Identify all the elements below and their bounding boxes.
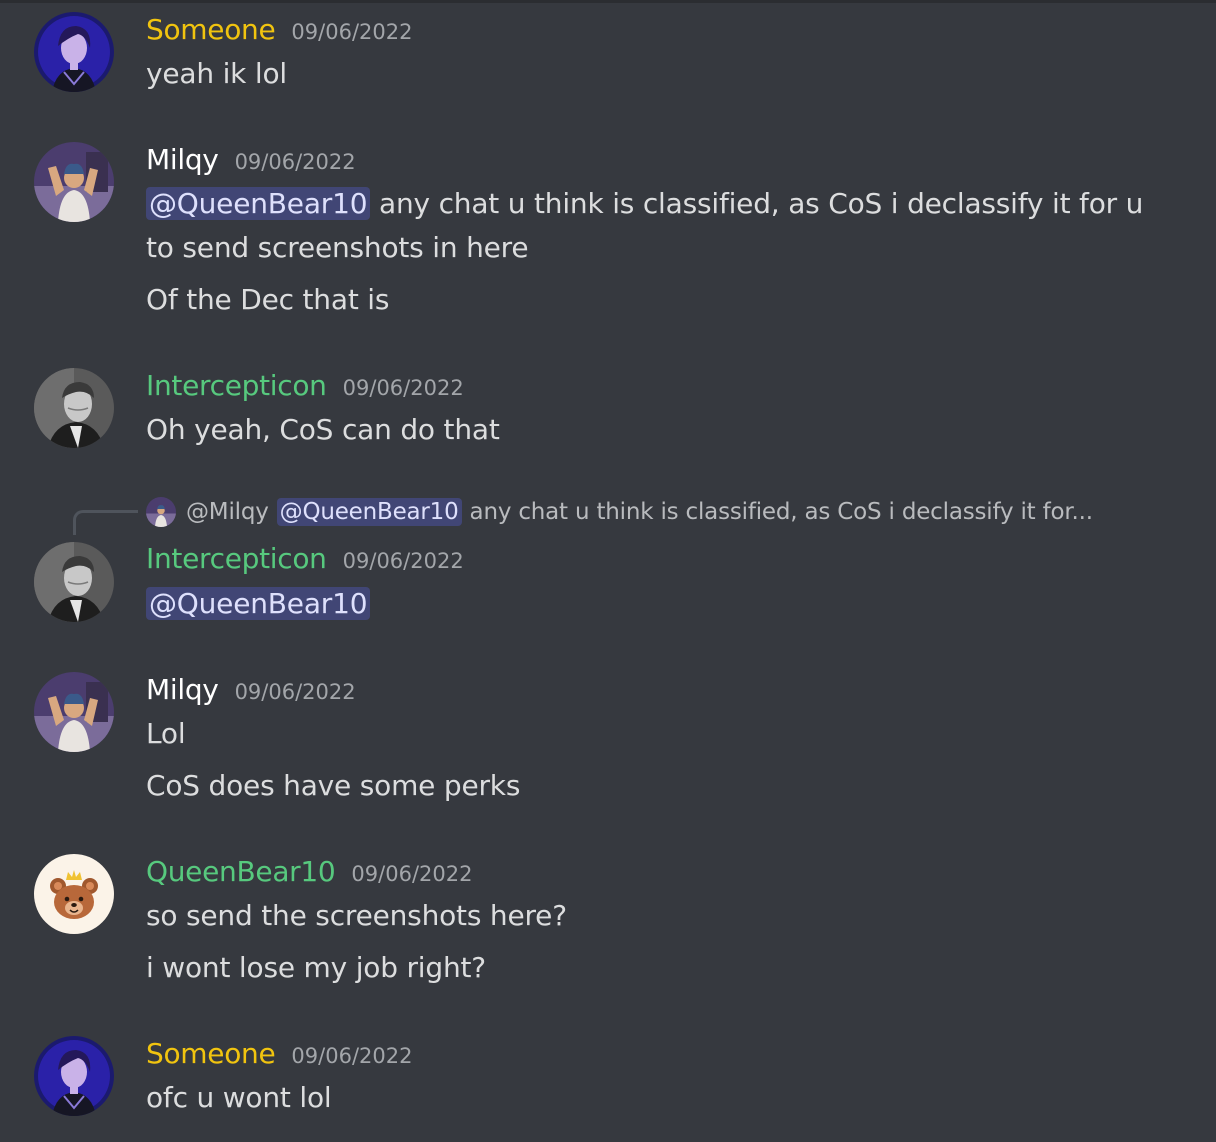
message-header: Intercepticon 09/06/2022 [146,369,464,403]
person-photo-avatar-icon[interactable] [34,672,114,752]
timestamp: 09/06/2022 [234,150,356,174]
message-text: ofc u wont lol [146,1081,332,1114]
top-divider [0,0,1216,3]
message-text: i wont lose my job right? [146,951,486,984]
person-photo-avatar-icon[interactable] [34,142,114,222]
message-text: Of the Dec that is [146,283,390,316]
anime-character-avatar-icon[interactable] [34,1036,114,1116]
username[interactable]: Someone [146,1037,276,1070]
timestamp: 09/06/2022 [291,20,413,44]
message-text: CoS does have some perks [146,769,521,802]
reply-preview-text: any chat u think is classified, as CoS i… [469,499,1094,525]
timestamp: 09/06/2022 [291,1044,413,1068]
crowned-bear-avatar-icon[interactable] [34,854,114,934]
grayscale-portrait-avatar-icon[interactable] [34,368,114,448]
username[interactable]: Someone [146,13,276,46]
username[interactable]: QueenBear10 [146,855,336,888]
message-text: Oh yeah, CoS can do that [146,413,500,446]
user-mention[interactable]: @QueenBear10 [146,587,371,620]
message-text: @QueenBear10 [146,582,371,626]
message-text: so send the screenshots here? [146,899,567,932]
username[interactable]: Milqy [146,143,219,176]
timestamp: 09/06/2022 [351,862,473,886]
message-header: Someone 09/06/2022 [146,13,412,47]
message-header: Milqy 09/06/2022 [146,143,356,177]
message-header: Intercepticon 09/06/2022 [146,542,464,576]
person-photo-avatar-icon [146,497,176,527]
message-text: yeah ik lol [146,57,287,90]
user-mention[interactable]: @QueenBear10 [146,187,371,220]
username[interactable]: Intercepticon [146,542,327,575]
grayscale-portrait-avatar-icon[interactable] [34,542,114,622]
message-text: to send screenshots in here [146,231,529,264]
timestamp: 09/06/2022 [342,376,464,400]
timestamp: 09/06/2022 [342,549,464,573]
message-header: Milqy 09/06/2022 [146,673,356,707]
message-header: QueenBear10 09/06/2022 [146,855,472,889]
timestamp: 09/06/2022 [234,680,356,704]
anime-character-avatar-icon[interactable] [34,12,114,92]
reply-author[interactable]: @Milqy [186,499,269,525]
message-header: Someone 09/06/2022 [146,1037,412,1071]
message-text: Lol [146,717,186,750]
username[interactable]: Intercepticon [146,369,327,402]
message-text: @QueenBear10 any chat u think is classif… [146,182,1143,226]
user-mention[interactable]: @QueenBear10 [276,498,462,526]
reply-connector [73,510,138,535]
message-text-fragment: any chat u think is classified, as CoS i… [379,187,1144,220]
username[interactable]: Milqy [146,673,219,706]
reply-preview[interactable]: @Milqy @QueenBear10 any chat u think is … [146,494,1093,530]
